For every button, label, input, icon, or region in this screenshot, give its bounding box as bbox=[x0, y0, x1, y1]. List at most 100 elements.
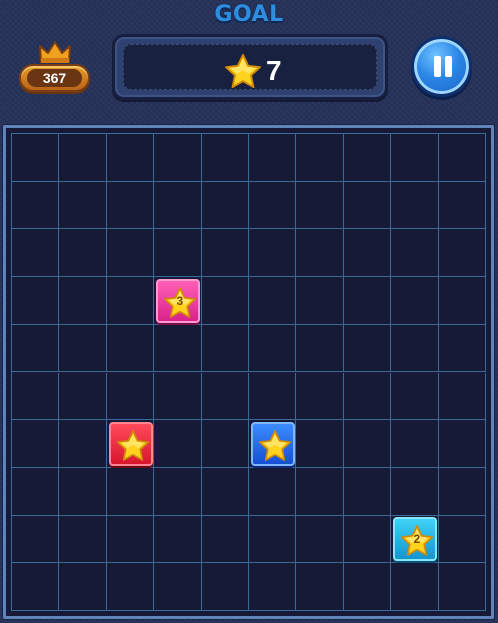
board-cell[interactable] bbox=[201, 134, 249, 182]
board-cell[interactable] bbox=[438, 563, 486, 611]
board-cell[interactable] bbox=[106, 515, 155, 564]
board-cell[interactable] bbox=[296, 372, 344, 421]
board-cell[interactable] bbox=[249, 515, 297, 564]
board-cell[interactable] bbox=[296, 563, 344, 611]
board-cell[interactable] bbox=[12, 420, 60, 468]
board-cell[interactable] bbox=[438, 324, 486, 373]
board-cell[interactable] bbox=[154, 134, 202, 182]
board-cell[interactable] bbox=[59, 420, 107, 468]
board-cell[interactable] bbox=[296, 515, 344, 564]
pause-button[interactable] bbox=[411, 36, 472, 97]
board-cell[interactable] bbox=[201, 515, 249, 564]
board-cell[interactable] bbox=[59, 563, 107, 611]
board-cell[interactable] bbox=[391, 277, 439, 325]
board-cell[interactable] bbox=[343, 181, 392, 230]
board-cell[interactable] bbox=[59, 181, 107, 230]
board-cell[interactable] bbox=[249, 563, 297, 611]
board-cell[interactable] bbox=[12, 181, 60, 230]
board-cell[interactable] bbox=[12, 515, 60, 564]
board-cell[interactable] bbox=[154, 467, 202, 516]
board-cell[interactable] bbox=[59, 515, 107, 564]
board-cell[interactable] bbox=[343, 467, 392, 516]
board-cell[interactable] bbox=[391, 563, 439, 611]
board-cell[interactable] bbox=[154, 324, 202, 373]
board-cell[interactable] bbox=[106, 324, 155, 373]
board-cell[interactable] bbox=[249, 372, 297, 421]
board-cell[interactable] bbox=[201, 467, 249, 516]
board-cell[interactable] bbox=[296, 229, 344, 278]
board-cell[interactable] bbox=[12, 563, 60, 611]
board-cell[interactable] bbox=[438, 420, 486, 468]
board-cell[interactable] bbox=[296, 467, 344, 516]
board-cell[interactable] bbox=[438, 229, 486, 278]
board-cell[interactable] bbox=[154, 563, 202, 611]
board-cell[interactable] bbox=[391, 229, 439, 278]
board-cell[interactable] bbox=[154, 420, 202, 468]
board-cell[interactable] bbox=[391, 181, 439, 230]
board-cell[interactable] bbox=[343, 229, 392, 278]
board-cell[interactable] bbox=[12, 229, 60, 278]
board-cell[interactable] bbox=[296, 277, 344, 325]
board-cell[interactable] bbox=[438, 515, 486, 564]
board-cell[interactable] bbox=[106, 134, 155, 182]
board-cell[interactable] bbox=[249, 134, 297, 182]
star-tile-red[interactable] bbox=[108, 422, 153, 467]
board-cell[interactable] bbox=[391, 324, 439, 373]
board-cell[interactable] bbox=[438, 372, 486, 421]
board-cell[interactable] bbox=[296, 420, 344, 468]
board-cell[interactable] bbox=[201, 229, 249, 278]
board-cell[interactable] bbox=[106, 229, 155, 278]
board-cell[interactable] bbox=[12, 324, 60, 373]
board-cell[interactable] bbox=[343, 515, 392, 564]
board-cell[interactable] bbox=[249, 467, 297, 516]
board-cell[interactable] bbox=[343, 134, 392, 182]
board-cell[interactable] bbox=[391, 134, 439, 182]
board-cell[interactable] bbox=[296, 181, 344, 230]
board-cell[interactable] bbox=[154, 515, 202, 564]
board-cell[interactable] bbox=[391, 420, 439, 468]
star-tile-cyan[interactable]: 2 bbox=[392, 517, 437, 562]
star-tile-blue[interactable] bbox=[250, 422, 295, 467]
board-cell[interactable] bbox=[12, 134, 60, 182]
board-cell[interactable] bbox=[154, 229, 202, 278]
board-cell[interactable] bbox=[154, 181, 202, 230]
board-cell[interactable] bbox=[59, 134, 107, 182]
board-cell[interactable] bbox=[201, 181, 249, 230]
board-cell[interactable] bbox=[438, 181, 486, 230]
board-cell[interactable] bbox=[12, 467, 60, 516]
board-cell[interactable] bbox=[106, 563, 155, 611]
board-cell[interactable] bbox=[249, 324, 297, 373]
board-cell[interactable] bbox=[201, 563, 249, 611]
board-cell[interactable] bbox=[438, 467, 486, 516]
board-cell[interactable] bbox=[106, 372, 155, 421]
board-cell[interactable] bbox=[106, 467, 155, 516]
star-tile-pink[interactable]: 3 bbox=[155, 278, 200, 323]
board-cell[interactable] bbox=[391, 467, 439, 516]
board-cell[interactable] bbox=[154, 372, 202, 421]
board-cell[interactable] bbox=[296, 324, 344, 373]
board-cell[interactable] bbox=[391, 372, 439, 421]
board-cell[interactable] bbox=[343, 324, 392, 373]
board-cell[interactable] bbox=[343, 372, 392, 421]
board-cell[interactable] bbox=[249, 277, 297, 325]
board-cell[interactable] bbox=[438, 134, 486, 182]
board-cell[interactable] bbox=[59, 372, 107, 421]
board-cell[interactable] bbox=[201, 420, 249, 468]
board-cell[interactable] bbox=[438, 277, 486, 325]
board-cell[interactable] bbox=[343, 563, 392, 611]
board-cell[interactable] bbox=[343, 277, 392, 325]
board-cell[interactable] bbox=[201, 372, 249, 421]
board-cell[interactable] bbox=[59, 277, 107, 325]
board-cell[interactable] bbox=[106, 277, 155, 325]
board-cell[interactable] bbox=[59, 324, 107, 373]
board-cell[interactable] bbox=[12, 372, 60, 421]
board-cell[interactable] bbox=[343, 420, 392, 468]
board-cell[interactable] bbox=[201, 277, 249, 325]
board-cell[interactable] bbox=[59, 229, 107, 278]
board-cell[interactable] bbox=[106, 181, 155, 230]
board-cell[interactable] bbox=[249, 229, 297, 278]
board-cell[interactable] bbox=[201, 324, 249, 373]
board-cell[interactable] bbox=[59, 467, 107, 516]
board-cell[interactable] bbox=[12, 277, 60, 325]
board-cell[interactable] bbox=[296, 134, 344, 182]
